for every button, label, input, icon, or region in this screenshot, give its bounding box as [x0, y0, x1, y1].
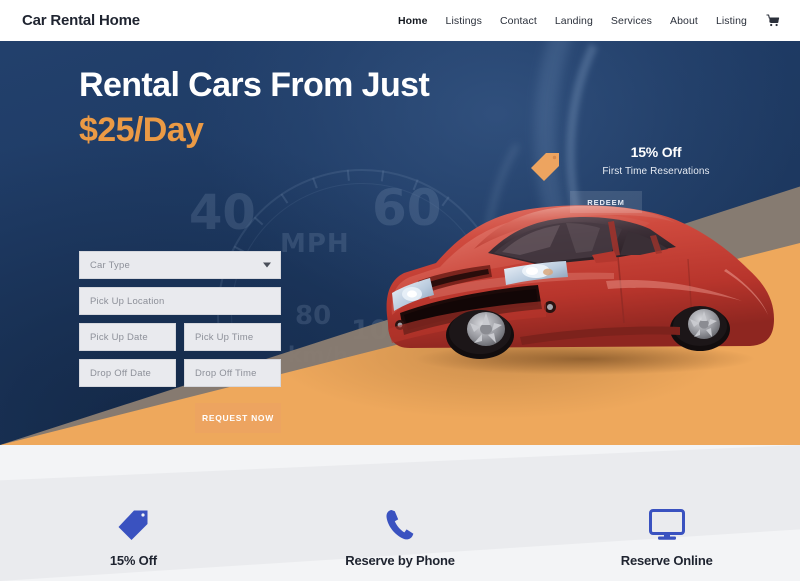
site-header: Car Rental Home Home Listings Contact La…	[0, 0, 800, 41]
drop-off-date-placeholder: Drop Off Date	[90, 367, 152, 379]
chevron-down-icon	[263, 262, 271, 268]
request-now-button[interactable]: REQUEST NOW	[195, 403, 281, 433]
main-navigation: Home Listings Contact Landing Services A…	[389, 11, 786, 31]
shopping-cart-icon	[766, 14, 780, 27]
nav-item-listing[interactable]: Listing	[707, 11, 756, 31]
drop-off-time-input[interactable]: Drop Off Time	[184, 359, 281, 387]
feature-title: 15% Off	[109, 553, 157, 568]
drop-off-date-input[interactable]: Drop Off Date	[79, 359, 176, 387]
drop-off-time-placeholder: Drop Off Time	[195, 367, 257, 379]
nav-item-about[interactable]: About	[661, 11, 707, 31]
nav-item-landing[interactable]: Landing	[546, 11, 602, 31]
pick-up-location-input[interactable]: Pick Up Location	[79, 287, 281, 315]
features-list: 15% Off Reserve by Phone Reserve Online	[0, 445, 800, 568]
hero-headline-line1: Rental Cars From Just	[79, 66, 430, 104]
nav-item-home[interactable]: Home	[389, 11, 437, 31]
promo-block: 15% Off First Time Reservations REDEEM	[525, 144, 755, 213]
hero-headline-line2: $25/Day	[79, 111, 204, 150]
feature-title: Reserve Online	[620, 553, 713, 568]
pick-up-time-input[interactable]: Pick Up Time	[184, 323, 281, 351]
price-tag-icon	[117, 507, 149, 543]
page-root: Car Rental Home Home Listings Contact La…	[0, 0, 800, 581]
redeem-button[interactable]: REDEEM	[570, 191, 642, 213]
pick-up-time-placeholder: Pick Up Time	[195, 331, 254, 343]
car-type-placeholder: Car Type	[90, 259, 130, 271]
promo-title: 15% Off	[630, 144, 682, 160]
pick-up-row: Pick Up Date Pick Up Time	[79, 323, 281, 359]
feature-reserve-online[interactable]: Reserve Online	[533, 507, 800, 568]
booking-form: Car Type Pick Up Location Pick Up Date P…	[79, 251, 281, 433]
nav-item-services[interactable]: Services	[602, 11, 661, 31]
cart-button[interactable]	[756, 11, 786, 30]
pick-up-date-input[interactable]: Pick Up Date	[79, 323, 176, 351]
desktop-monitor-icon	[648, 507, 685, 543]
promo-subtitle: First Time Reservations	[602, 166, 710, 177]
features-section: 15% Off Reserve by Phone Reserve Online	[0, 445, 800, 581]
nav-item-listings[interactable]: Listings	[437, 11, 491, 31]
phone-icon	[385, 507, 415, 543]
price-tag-icon	[530, 152, 560, 187]
feature-discount[interactable]: 15% Off	[0, 507, 267, 568]
feature-title: Reserve by Phone	[345, 553, 455, 568]
drop-off-row: Drop Off Date Drop Off Time	[79, 359, 281, 395]
car-type-select[interactable]: Car Type	[79, 251, 281, 279]
pick-up-location-placeholder: Pick Up Location	[90, 295, 165, 307]
pick-up-date-placeholder: Pick Up Date	[90, 331, 148, 343]
nav-item-contact[interactable]: Contact	[491, 11, 546, 31]
feature-reserve-by-phone[interactable]: Reserve by Phone	[267, 507, 534, 568]
hero-section: 40 60 MPH 80 100 km/h	[0, 41, 800, 445]
hero-content: Rental Cars From Just $25/Day Car Type P…	[0, 41, 800, 445]
site-logo[interactable]: Car Rental Home	[22, 12, 140, 29]
hero-headline: Rental Cars From Just $25/Day	[79, 65, 499, 150]
